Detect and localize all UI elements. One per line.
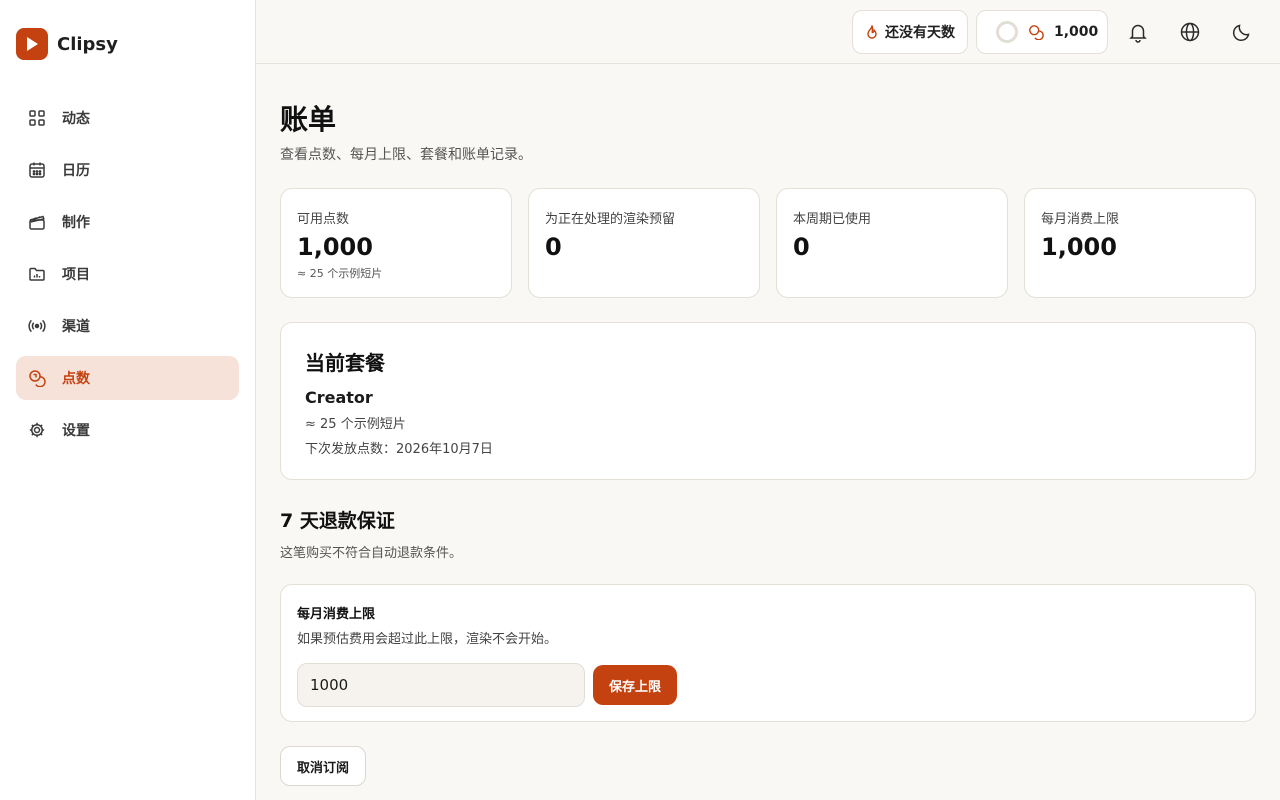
- sidebar-item-label: 渠道: [62, 319, 90, 335]
- sidebar-item-channels[interactable]: 渠道: [16, 304, 239, 348]
- plan-next-grant: 下次发放点数：2026年10月7日: [305, 442, 493, 457]
- stat-card-monthly-cap: 每月消费上限 1,000: [1024, 188, 1256, 298]
- spend-cap-row: 保存上限: [297, 663, 1239, 707]
- stat-label: 为正在处理的渲染预留: [545, 212, 676, 227]
- page-subtitle: 查看点数、每月上限、套餐和账单记录。: [280, 147, 532, 163]
- topbar: 还没有天数 1,000: [256, 0, 1280, 64]
- sidebar: Clipsy 动态 日历 制作 项目 渠道 点数 设置: [0, 0, 256, 800]
- bell-icon[interactable]: [1127, 21, 1149, 43]
- gear-icon: [29, 422, 45, 438]
- app-name: Clipsy: [57, 33, 118, 55]
- clapper-icon: [29, 215, 45, 230]
- refund-title: 7 天退款保证: [280, 510, 395, 532]
- progress-ring: [996, 21, 1018, 43]
- sidebar-item-label: 项目: [62, 267, 90, 283]
- sidebar-item-projects[interactable]: 项目: [16, 252, 239, 296]
- refund-note: 这笔购买不符合自动退款条件。: [280, 546, 463, 561]
- plan-heading: 当前套餐: [305, 351, 385, 375]
- stat-label: 本周期已使用: [793, 212, 872, 227]
- stat-value: 0: [545, 233, 562, 261]
- stat-hint: ≈ 25 个示例短片: [297, 267, 383, 280]
- cancel-subscription-button[interactable]: 取消订阅: [280, 746, 367, 786]
- sidebar-item-label: 设置: [62, 423, 90, 439]
- stat-card-available: 可用点数 1,000 ≈ 25 个示例短片: [280, 188, 512, 298]
- calendar-icon: [29, 162, 45, 178]
- current-plan-card: 当前套餐 Creator ≈ 25 个示例短片 下次发放点数：2026年10月7…: [280, 322, 1256, 480]
- sidebar-nav: 动态 日历 制作 项目 渠道 点数 设置: [16, 96, 239, 460]
- spend-cap-description: 如果预估费用会超过此上限，渲染不会开始。: [297, 632, 558, 647]
- coins-icon: [1029, 25, 1044, 40]
- sidebar-item-calendar[interactable]: 日历: [16, 148, 239, 192]
- spend-cap-card: 每月消费上限 如果预估费用会超过此上限，渲染不会开始。 保存上限: [280, 584, 1256, 722]
- sidebar-item-points[interactable]: 点数: [16, 356, 239, 400]
- sidebar-item-create[interactable]: 制作: [16, 200, 239, 244]
- plan-estimate: ≈ 25 个示例短片: [305, 417, 406, 432]
- plan-name: Creator: [305, 388, 373, 407]
- sidebar-item-label: 点数: [62, 371, 90, 387]
- play-logo-icon: [16, 28, 48, 60]
- points-value: 1,000: [1054, 24, 1099, 40]
- save-cap-button[interactable]: 保存上限: [593, 665, 678, 705]
- points-balance-button[interactable]: 1,000: [976, 10, 1108, 54]
- stat-card-used: 本周期已使用 0: [776, 188, 1008, 298]
- stats-row: 可用点数 1,000 ≈ 25 个示例短片 为正在处理的渲染预留 0 本周期已使…: [280, 188, 1256, 298]
- coins-icon: [29, 370, 46, 387]
- stat-value: 0: [793, 233, 810, 261]
- sidebar-item-label: 日历: [62, 163, 90, 179]
- stat-card-reserved: 为正在处理的渲染预留 0: [528, 188, 760, 298]
- grid-icon: [29, 110, 45, 126]
- sidebar-item-label: 动态: [62, 111, 90, 127]
- sidebar-item-label: 制作: [62, 215, 90, 231]
- flame-icon: [867, 25, 877, 39]
- moon-icon[interactable]: [1231, 21, 1253, 43]
- folder-chart-icon: [29, 267, 45, 281]
- stat-label: 可用点数: [297, 212, 350, 227]
- brand[interactable]: Clipsy: [16, 28, 118, 60]
- spend-cap-input[interactable]: [297, 663, 585, 707]
- sidebar-item-feed[interactable]: 动态: [16, 96, 239, 140]
- stat-value: 1,000: [297, 233, 373, 261]
- sidebar-item-settings[interactable]: 设置: [16, 408, 239, 452]
- stat-value: 1,000: [1041, 233, 1117, 261]
- stat-label: 每月消费上限: [1041, 212, 1120, 227]
- streak-button[interactable]: 还没有天数: [852, 10, 968, 54]
- broadcast-icon: [28, 319, 46, 333]
- spend-cap-title: 每月消费上限: [297, 607, 376, 622]
- page-title: 账单: [280, 103, 337, 136]
- streak-label: 还没有天数: [885, 25, 955, 41]
- globe-icon[interactable]: [1179, 21, 1201, 43]
